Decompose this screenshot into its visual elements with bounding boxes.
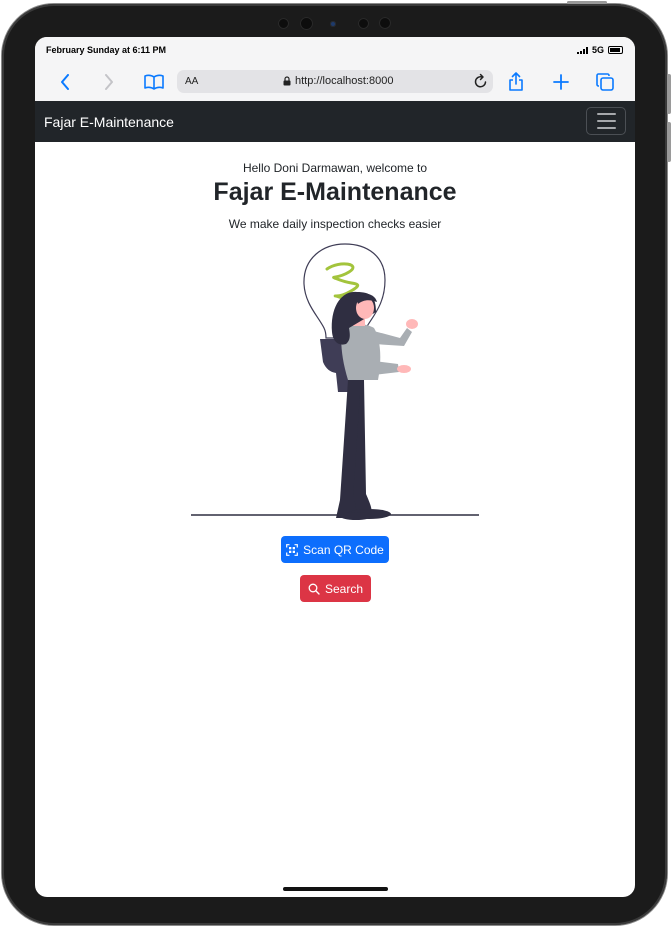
status-indicators: 5G xyxy=(576,45,623,55)
new-tab-icon[interactable] xyxy=(548,70,574,94)
screen: February Sunday at 6:11 PM 5G AA http://… xyxy=(35,37,635,897)
camera-bar xyxy=(272,13,402,33)
welcome-greeting: Hello Doni Darmawan, welcome to xyxy=(242,161,428,175)
search-button[interactable]: Search xyxy=(300,575,371,602)
url-display[interactable]: http://localhost:8000 xyxy=(283,75,393,87)
address-bar[interactable]: AA http://localhost:8000 xyxy=(177,70,493,93)
battery-icon xyxy=(608,46,623,54)
volume-up-button xyxy=(667,74,671,114)
home-indicator[interactable] xyxy=(283,887,388,891)
navbar-brand[interactable]: Fajar E-Maintenance xyxy=(44,114,174,130)
scan-qr-code-button[interactable]: Scan QR Code xyxy=(281,536,389,563)
sensor-dot xyxy=(278,18,289,29)
lock-icon xyxy=(283,76,291,86)
page-subtitle: We make daily inspection checks easier xyxy=(228,217,442,231)
back-icon[interactable] xyxy=(52,70,78,94)
tabs-icon[interactable] xyxy=(592,70,618,94)
forward-icon[interactable] xyxy=(96,70,122,94)
search-label: Search xyxy=(324,581,364,596)
main-content: Hello Doni Darmawan, welcome to Fajar E-… xyxy=(35,142,635,897)
flash-dot xyxy=(330,21,336,27)
sensor-dot xyxy=(358,18,369,29)
page-title: Fajar E-Maintenance xyxy=(213,178,457,206)
browser-toolbar: AA http://localhost:8000 xyxy=(35,63,635,101)
search-icon xyxy=(308,583,320,595)
hamburger-line xyxy=(596,120,616,122)
volume-down-button xyxy=(667,122,671,162)
qr-scan-icon xyxy=(286,543,299,556)
hamburger-line xyxy=(596,113,616,115)
signal-icon xyxy=(576,46,588,54)
reload-icon[interactable] xyxy=(474,73,488,92)
hamburger-line xyxy=(596,127,616,129)
navbar: Fajar E-Maintenance xyxy=(35,101,635,142)
status-bar: February Sunday at 6:11 PM 5G xyxy=(35,37,635,63)
text-size-button[interactable]: AA xyxy=(185,76,198,87)
power-button xyxy=(567,1,607,4)
share-icon[interactable] xyxy=(503,70,529,94)
network-label: 5G xyxy=(591,45,604,55)
lightbulb-idea-illustration xyxy=(191,243,479,520)
scan-qr-code-label: Scan QR Code xyxy=(303,542,384,557)
status-time: February Sunday at 6:11 PM xyxy=(46,45,167,55)
camera-lens xyxy=(300,17,313,30)
url-text: http://localhost:8000 xyxy=(295,75,394,87)
sensor-dot xyxy=(379,17,391,29)
bookmarks-icon[interactable] xyxy=(141,70,167,94)
menu-toggle-button[interactable] xyxy=(586,107,626,135)
